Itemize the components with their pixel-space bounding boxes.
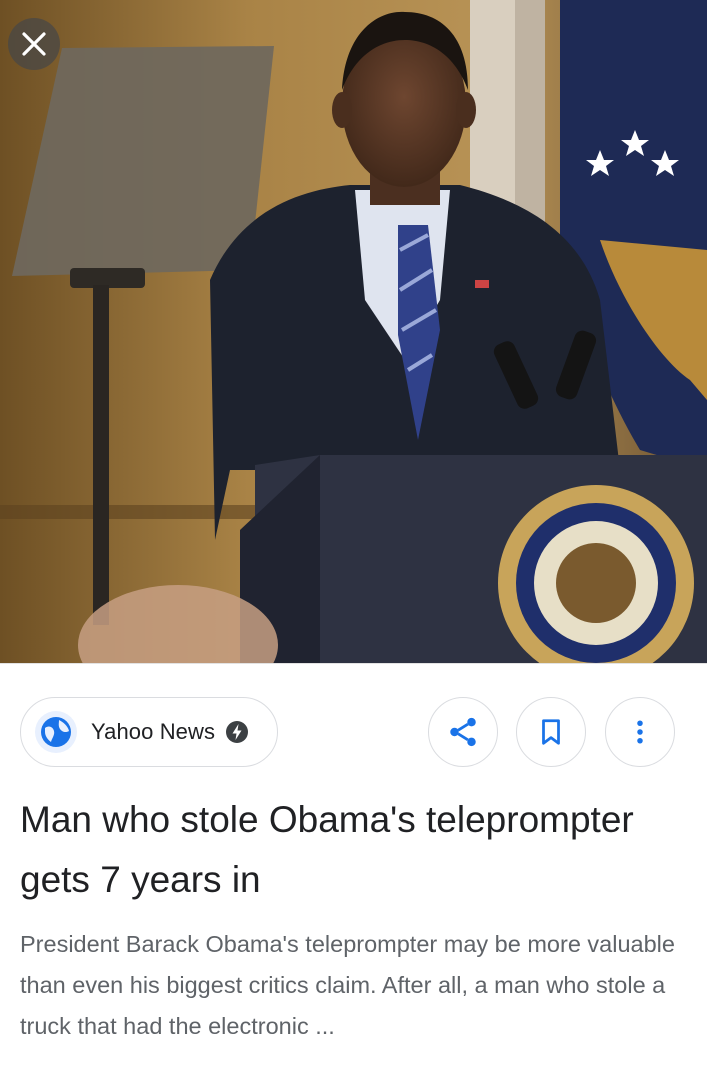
globe-icon bbox=[35, 711, 77, 753]
share-button[interactable] bbox=[428, 697, 498, 767]
source-chip[interactable]: Yahoo News bbox=[20, 697, 278, 767]
source-name: Yahoo News bbox=[91, 719, 216, 744]
save-button[interactable] bbox=[516, 697, 586, 767]
share-icon bbox=[450, 717, 476, 747]
article-photo-illustration bbox=[0, 0, 707, 663]
divider bbox=[0, 663, 707, 664]
close-button[interactable] bbox=[8, 18, 60, 70]
article-photo[interactable] bbox=[0, 0, 707, 663]
article-snippet: President Barack Obama's teleprompter ma… bbox=[20, 931, 675, 1039]
bookmark-icon bbox=[542, 719, 560, 745]
amp-bolt-icon bbox=[226, 721, 249, 743]
close-icon bbox=[22, 32, 46, 56]
more-vert-icon bbox=[637, 720, 643, 744]
more-options-button[interactable] bbox=[605, 697, 675, 767]
article-headline[interactable]: Man who stole Obama's teleprompter gets … bbox=[20, 790, 680, 910]
